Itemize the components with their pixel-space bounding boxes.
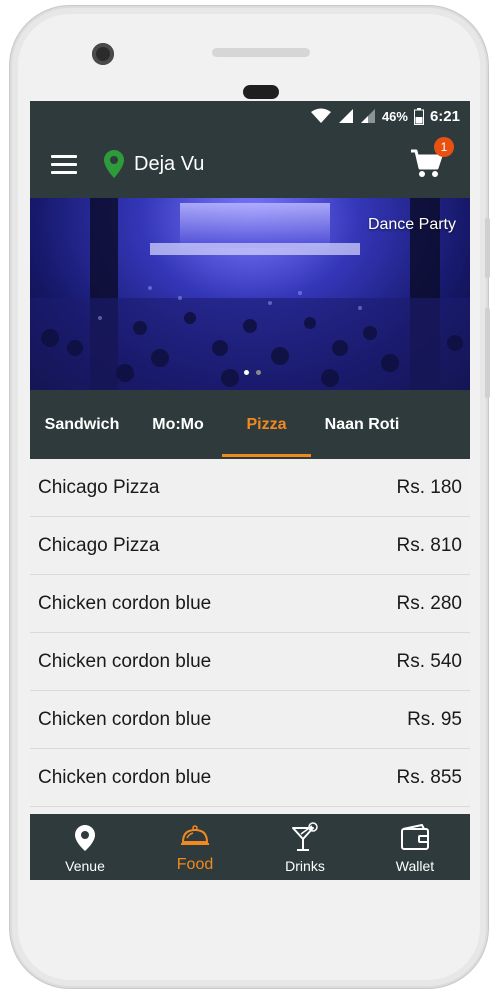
carousel-dot-active[interactable] bbox=[244, 370, 249, 375]
item-price: Rs. 810 bbox=[396, 535, 462, 556]
side-button-top bbox=[485, 218, 490, 278]
wallet-icon bbox=[401, 824, 429, 850]
promo-banner[interactable]: Dance Party bbox=[30, 198, 470, 390]
location-pin-icon bbox=[104, 150, 124, 178]
cell-signal-icon bbox=[338, 109, 353, 123]
app-bar: Deja Vu 1 bbox=[30, 131, 470, 198]
nav-label: Venue bbox=[65, 858, 105, 874]
food-cloche-icon bbox=[181, 825, 209, 845]
menu-item-row[interactable]: Chicken cordon blue Rs. 95 bbox=[30, 691, 470, 749]
hamburger-menu-icon[interactable] bbox=[51, 155, 77, 175]
battery-icon bbox=[413, 107, 424, 125]
tab-pizza[interactable]: Pizza bbox=[222, 390, 311, 459]
bottom-navigation: Venue Food Drinks Wallet bbox=[30, 814, 470, 880]
status-bar: 46% 6:21 bbox=[30, 101, 470, 131]
item-name: Chicken cordon blue bbox=[38, 767, 212, 788]
carousel-dot[interactable] bbox=[256, 370, 261, 375]
clock: 6:21 bbox=[429, 107, 460, 125]
app-screen: 46% 6:21 Deja Vu 1 Dance Party Sandwich … bbox=[30, 101, 470, 880]
item-price: Rs. 95 bbox=[407, 709, 462, 730]
item-name: Chicago Pizza bbox=[38, 477, 160, 498]
nav-label: Drinks bbox=[285, 858, 325, 874]
nav-drinks[interactable]: Drinks bbox=[250, 814, 360, 880]
tab-naan-roti[interactable]: Naan Roti bbox=[311, 390, 413, 459]
nav-wallet[interactable]: Wallet bbox=[360, 814, 470, 880]
cart-count-badge: 1 bbox=[434, 137, 454, 157]
item-name: Chicago Pizza bbox=[38, 535, 160, 556]
item-name: Chicken cordon blue bbox=[38, 651, 212, 672]
menu-item-row[interactable]: Chicken cordon blue Rs. 855 bbox=[30, 749, 470, 807]
top-speaker-grille bbox=[212, 48, 310, 57]
menu-item-row[interactable]: Chicago Pizza Rs. 810 bbox=[30, 517, 470, 575]
menu-item-row[interactable]: Chicken cordon blue Rs. 540 bbox=[30, 633, 470, 691]
menu-item-row[interactable]: Chicken cordon blue Rs. 280 bbox=[30, 575, 470, 633]
nav-venue[interactable]: Venue bbox=[30, 814, 140, 880]
cell-signal-weak-icon bbox=[360, 109, 375, 123]
banner-caption: Dance Party bbox=[367, 216, 456, 233]
earpiece bbox=[243, 85, 279, 99]
tab-sandwich[interactable]: Sandwich bbox=[30, 390, 134, 459]
battery-percent: 46% bbox=[381, 108, 408, 124]
menu-item-row[interactable]: Chicago Pizza Rs. 180 bbox=[30, 459, 470, 517]
category-tabs: Sandwich Mo:Mo Pizza Naan Roti bbox=[30, 390, 470, 459]
menu-item-list: Chicago Pizza Rs. 180 Chicago Pizza Rs. … bbox=[30, 459, 470, 814]
active-tab-indicator bbox=[222, 454, 311, 457]
wifi-icon bbox=[310, 108, 331, 123]
item-price: Rs. 280 bbox=[396, 593, 462, 614]
location-pin-icon bbox=[75, 825, 95, 851]
item-name: Chicken cordon blue bbox=[38, 709, 212, 730]
nav-label: Food bbox=[176, 856, 214, 873]
nav-food[interactable]: Food bbox=[140, 814, 250, 880]
nav-label: Wallet bbox=[395, 858, 435, 874]
venue-title: Deja Vu bbox=[134, 153, 205, 175]
front-camera bbox=[92, 43, 114, 65]
item-price: Rs. 540 bbox=[396, 651, 462, 672]
item-price: Rs. 855 bbox=[396, 767, 462, 788]
item-name: Chicken cordon blue bbox=[38, 593, 212, 614]
tab-momo[interactable]: Mo:Mo bbox=[134, 390, 222, 459]
side-button-volume bbox=[485, 308, 490, 398]
item-price: Rs. 180 bbox=[396, 477, 462, 498]
cocktail-icon bbox=[292, 822, 318, 851]
